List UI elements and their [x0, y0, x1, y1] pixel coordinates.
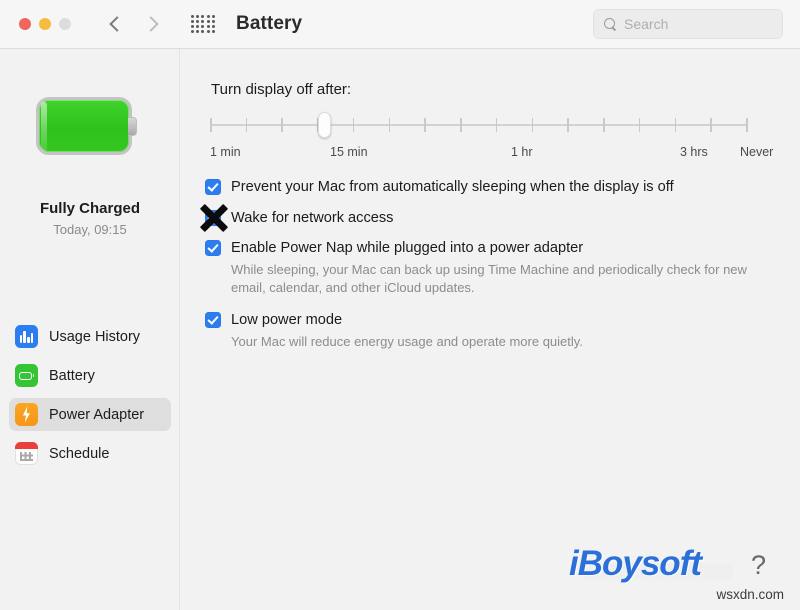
- watermark: iBoysoft ? wsxdn.com: [569, 544, 784, 602]
- battery-terminal: [128, 117, 137, 136]
- grid-dot: [206, 30, 210, 34]
- option-description: Your Mac will reduce energy usage and op…: [231, 334, 583, 349]
- slider-scale-label: Never: [740, 145, 774, 159]
- slider-tick: [710, 118, 712, 132]
- checkbox-checked[interactable]: [205, 179, 221, 195]
- slider-tick: [388, 118, 391, 132]
- slider-scale-label: 1 min: [210, 145, 241, 159]
- checkbox-checked[interactable]: [205, 240, 221, 256]
- display-sleep-slider[interactable]: [210, 112, 748, 138]
- question-mark-icon: ?: [751, 550, 767, 580]
- slider-thumb[interactable]: [318, 112, 331, 138]
- option-label: Prevent your Mac from automatically slee…: [231, 179, 674, 195]
- battery-body: [36, 97, 132, 155]
- sidebar-item-usage-history[interactable]: Usage History: [9, 320, 171, 353]
- chevron-left-icon[interactable]: [109, 14, 123, 34]
- navigation-arrows: [109, 14, 159, 34]
- sidebar: Fully Charged Today, 09:15 Usage History…: [0, 49, 180, 610]
- search-input[interactable]: [624, 16, 774, 32]
- sidebar-item-schedule[interactable]: Schedule: [9, 437, 171, 470]
- calendar-icon: [15, 442, 38, 465]
- slider-tick: [424, 118, 426, 132]
- grid-dot: [201, 30, 205, 34]
- slider-scale-label: 1 hr: [511, 145, 533, 159]
- grid-dot: [191, 19, 194, 23]
- page-title: Battery: [236, 13, 303, 34]
- grid-dot: [211, 14, 215, 18]
- search-field[interactable]: [593, 9, 783, 39]
- slider-tick: [460, 118, 462, 132]
- watermark-subtitle: wsxdn.com: [716, 587, 784, 602]
- search-icon: [604, 17, 617, 31]
- slider-tick: [603, 118, 605, 132]
- sidebar-item-label: Power Adapter: [49, 406, 145, 423]
- slider-tick: [746, 118, 748, 132]
- sidebar-item-battery[interactable]: Battery: [9, 359, 171, 392]
- window-toolbar: Battery: [0, 0, 800, 49]
- options-list: Prevent your Mac from automatically slee…: [199, 177, 785, 351]
- battery-preferences-window: Battery Fully Charged Today, 09:15 Usage…: [0, 0, 800, 610]
- battery-icon: [15, 364, 38, 387]
- all-preferences-grid-icon[interactable]: [191, 14, 216, 34]
- grid-dot: [201, 19, 205, 23]
- option-description: While sleeping, your Mac can back up usi…: [231, 262, 747, 295]
- checkbox-checked[interactable]: [205, 312, 221, 328]
- grid-dot: [201, 14, 205, 18]
- bar-chart-icon: [15, 325, 38, 348]
- grid-dot: [206, 25, 210, 29]
- grid-dot: [191, 30, 194, 34]
- option-label: Enable Power Nap while plugged into a po…: [231, 240, 584, 256]
- chevron-right-icon[interactable]: [145, 14, 159, 34]
- display-sleep-label: Turn display off after:: [211, 81, 352, 98]
- checkbox-checked[interactable]: [205, 210, 221, 226]
- slider-tick: [638, 118, 641, 132]
- option-wake-for-network-access[interactable]: Wake for network access: [199, 203, 785, 232]
- option-low-power-mode[interactable]: Low power mode: [205, 310, 785, 330]
- grid-dot: [206, 19, 210, 23]
- battery-full-green-icon: [36, 97, 137, 155]
- sidebar-item-label: Schedule: [49, 445, 110, 462]
- slider-tick: [210, 118, 212, 132]
- slider-tick: [352, 118, 355, 132]
- battery-status-text: Fully Charged: [39, 200, 140, 217]
- grid-dot: [196, 25, 200, 29]
- grid-dot: [211, 19, 215, 23]
- grid-dot: [196, 14, 200, 18]
- grid-dot: [211, 30, 215, 34]
- content-pane: Turn display off after: 1 min 15 min 1 h…: [181, 49, 800, 610]
- slider-tick: [495, 118, 498, 132]
- option-prevent-sleep[interactable]: Prevent your Mac from automatically slee…: [205, 177, 785, 197]
- grid-dot: [211, 25, 215, 29]
- option-enable-power-nap[interactable]: Enable Power Nap while plugged into a po…: [205, 238, 785, 258]
- slider-tick: [281, 118, 283, 132]
- option-label: Wake for network access: [231, 210, 394, 226]
- traffic-lights: [0, 18, 71, 30]
- grid-dot: [191, 14, 194, 18]
- sidebar-item-power-adapter[interactable]: Power Adapter: [9, 398, 171, 431]
- grid-dot: [196, 30, 200, 34]
- slider-tick: [531, 118, 534, 132]
- sidebar-item-label: Usage History: [49, 328, 141, 345]
- power-bolt-icon: [15, 403, 38, 426]
- slider-scale-label: 15 min: [330, 145, 368, 159]
- grid-dot: [196, 19, 200, 23]
- slider-scale-labels: 1 min 15 min 1 hr 3 hrs Never: [210, 145, 773, 163]
- battery-status-timestamp: Today, 09:15: [53, 222, 127, 237]
- slider-tick: [245, 118, 248, 132]
- sidebar-list: Usage History Battery Power Adapter Sche…: [0, 320, 180, 476]
- slider-scale-label: 3 hrs: [680, 145, 708, 159]
- sidebar-item-label: Battery: [49, 367, 95, 384]
- slider-tick: [567, 118, 569, 132]
- iboysoft-logo: iBoysoft: [569, 544, 702, 583]
- grid-dot: [191, 25, 194, 29]
- grid-dot: [206, 14, 210, 18]
- grid-dot: [201, 25, 205, 29]
- option-label: Low power mode: [231, 312, 343, 328]
- slider-ticks: [210, 118, 748, 132]
- close-button[interactable]: [19, 18, 31, 30]
- zoom-button: [59, 18, 71, 30]
- minimize-button[interactable]: [39, 18, 51, 30]
- slider-tick: [674, 118, 677, 132]
